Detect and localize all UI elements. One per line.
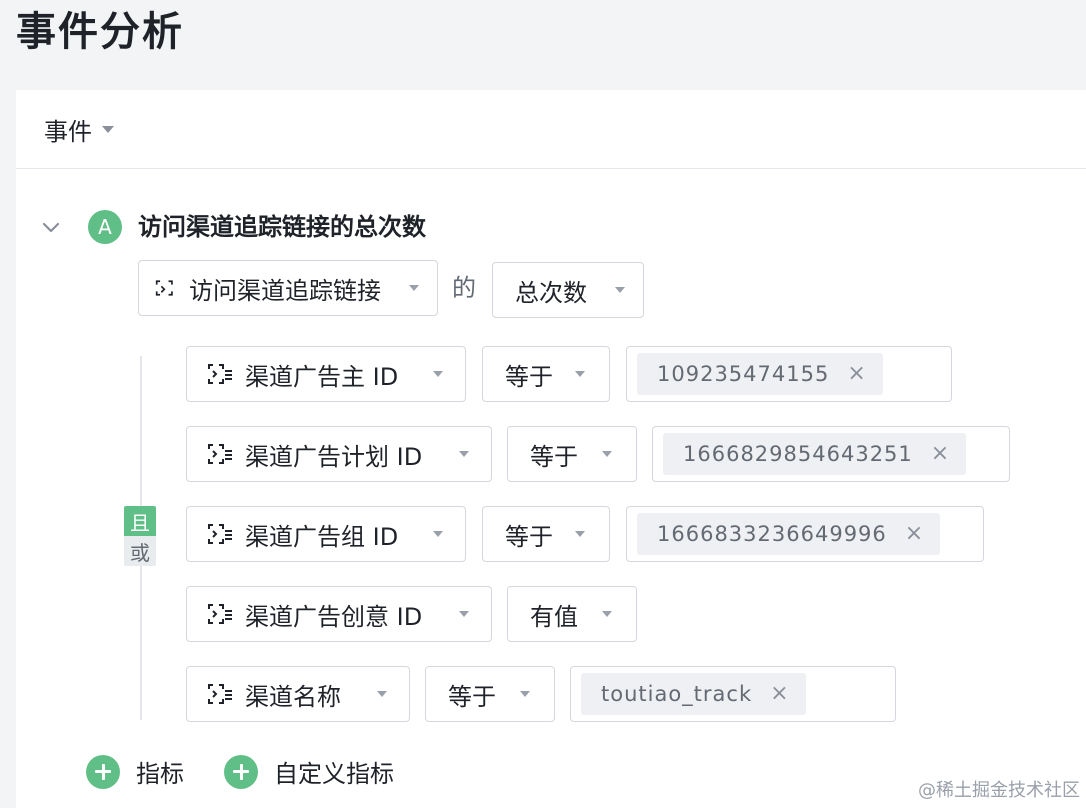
logic-or-toggle[interactable]: 或 xyxy=(124,536,156,566)
analysis-panel: 事件 A 访问渠道追踪链接的总次数 访问渠道追踪链接 的 总次数 且 或 渠道广… xyxy=(16,90,1086,808)
add-custom-metric-label: 自定义指标 xyxy=(274,760,394,788)
filter-operator-select[interactable]: 等于 xyxy=(482,506,610,562)
value-tag: toutiao_track × xyxy=(581,673,806,715)
filter-operator-select[interactable]: 等于 xyxy=(507,426,637,482)
value-tag-text: 109235474155 xyxy=(657,362,830,386)
property-icon xyxy=(208,364,232,384)
close-icon[interactable]: × xyxy=(847,363,866,385)
caret-down-icon xyxy=(433,531,443,537)
value-tag-text: 1666833236649996 xyxy=(657,522,887,546)
connector-text: 的 xyxy=(452,274,476,302)
panel-header: 事件 xyxy=(16,90,1086,169)
property-icon xyxy=(208,604,232,624)
event-select[interactable]: 访问渠道追踪链接 xyxy=(138,260,438,316)
caret-down-icon xyxy=(102,125,114,133)
value-tag-text: toutiao_track xyxy=(601,682,753,706)
value-tag: 109235474155 × xyxy=(637,353,883,395)
page-title: 事件分析 xyxy=(16,9,184,55)
filter-value-input[interactable]: toutiao_track × xyxy=(570,666,896,722)
caret-down-icon xyxy=(409,285,419,291)
filter-property-label: 渠道广告组 ID xyxy=(245,522,399,551)
filter-property-select[interactable]: 渠道广告主 ID xyxy=(186,346,466,402)
filter-property-select[interactable]: 渠道广告计划 ID xyxy=(186,426,492,482)
close-icon[interactable]: × xyxy=(770,683,789,705)
add-metric-label: 指标 xyxy=(136,760,184,788)
metric-badge: A xyxy=(88,210,122,244)
property-icon xyxy=(208,444,232,464)
aggregation-select[interactable]: 总次数 xyxy=(492,262,644,318)
caret-down-icon xyxy=(459,451,469,457)
filter-operator-select[interactable]: 有值 xyxy=(507,586,637,642)
add-metric-button[interactable]: 指标 xyxy=(86,754,184,789)
filter-property-label: 渠道广告主 ID xyxy=(245,362,399,391)
filter-value-input[interactable]: 1666829854643251 × xyxy=(652,426,1010,482)
filter-operator-select[interactable]: 等于 xyxy=(425,666,555,722)
filter-operator-label: 等于 xyxy=(505,362,553,391)
filter-property-select[interactable]: 渠道广告创意 ID xyxy=(186,586,492,642)
aggregation-label: 总次数 xyxy=(515,278,587,307)
filter-value-input[interactable]: 1666833236649996 × xyxy=(626,506,984,562)
value-tag: 1666829854643251 × xyxy=(663,433,967,475)
close-icon[interactable]: × xyxy=(905,523,924,545)
caret-down-icon xyxy=(575,531,585,537)
metric-title[interactable]: 访问渠道追踪链接的总次数 xyxy=(138,210,426,244)
logic-and-toggle[interactable]: 且 xyxy=(124,506,156,536)
filter-property-label: 渠道广告计划 ID xyxy=(245,442,423,471)
caret-down-icon xyxy=(602,611,612,617)
property-icon xyxy=(208,684,232,704)
plus-icon xyxy=(86,754,120,789)
caret-down-icon xyxy=(459,611,469,617)
value-tag: 1666833236649996 × xyxy=(637,513,941,555)
filter-operator-select[interactable]: 等于 xyxy=(482,346,610,402)
filter-property-label: 渠道名称 xyxy=(245,682,341,711)
chevron-down-icon[interactable] xyxy=(40,216,62,238)
filter-operator-label: 有值 xyxy=(530,602,578,631)
filter-value-input[interactable]: 109235474155 × xyxy=(626,346,952,402)
value-tag-text: 1666829854643251 xyxy=(683,442,913,466)
filter-operator-label: 等于 xyxy=(505,522,553,551)
watermark: @稀土掘金技术社区 xyxy=(918,780,1080,801)
filter-property-select[interactable]: 渠道名称 xyxy=(186,666,410,722)
filter-property-label: 渠道广告创意 ID xyxy=(245,602,423,631)
analysis-type-label: 事件 xyxy=(44,117,92,146)
event-label: 访问渠道追踪链接 xyxy=(189,276,381,305)
close-icon[interactable]: × xyxy=(931,443,950,465)
caret-down-icon xyxy=(377,691,387,697)
add-custom-metric-button[interactable]: 自定义指标 xyxy=(224,754,394,789)
caret-down-icon xyxy=(575,371,585,377)
caret-down-icon xyxy=(602,451,612,457)
caret-down-icon xyxy=(520,691,530,697)
event-icon xyxy=(155,280,173,296)
plus-icon xyxy=(224,754,258,789)
filter-operator-label: 等于 xyxy=(448,682,496,711)
caret-down-icon xyxy=(615,287,625,293)
filter-property-select[interactable]: 渠道广告组 ID xyxy=(186,506,466,562)
property-icon xyxy=(208,524,232,544)
filter-operator-label: 等于 xyxy=(530,442,578,471)
analysis-type-select[interactable]: 事件 xyxy=(44,114,114,146)
caret-down-icon xyxy=(433,371,443,377)
